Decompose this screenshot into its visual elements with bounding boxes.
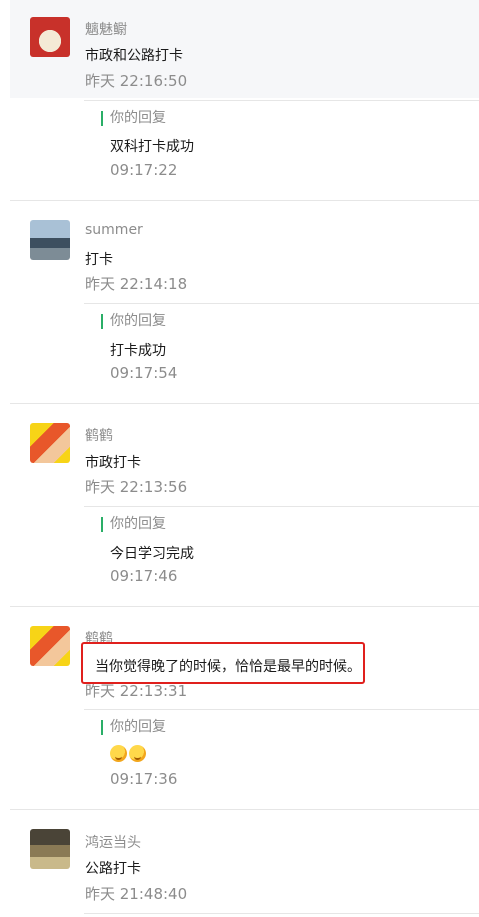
avatar[interactable] bbox=[30, 17, 70, 57]
reply-time: 09:17:22 bbox=[110, 161, 178, 179]
highlighted-comment-box: 当你觉得晚了的时候，恰恰是最早的时候。 bbox=[81, 642, 365, 684]
reply-divider bbox=[84, 506, 479, 507]
reply-text: 双科打卡成功 bbox=[110, 139, 194, 155]
comment-separator bbox=[10, 606, 479, 607]
reply-time: 09:17:54 bbox=[110, 364, 178, 382]
reply-time: 09:17:36 bbox=[110, 770, 178, 788]
reply-label: 你的回复 bbox=[101, 111, 166, 126]
avatar[interactable] bbox=[30, 626, 70, 666]
comment-time: 昨天 21:48:40 bbox=[85, 885, 188, 903]
comment-separator bbox=[10, 403, 479, 404]
reply-label: 你的回复 bbox=[101, 314, 166, 329]
comment-text: 当你觉得晚了的时候，恰恰是最早的时候。 bbox=[95, 659, 361, 675]
reply-label: 你的回复 bbox=[101, 720, 166, 735]
reply-divider bbox=[84, 913, 479, 914]
commenter-name[interactable]: 魑魅鳚 bbox=[85, 19, 127, 39]
comment-separator bbox=[10, 809, 479, 810]
commenter-name[interactable]: 鸿运当头 bbox=[85, 832, 141, 852]
hug-emoji-icon bbox=[110, 745, 127, 762]
avatar[interactable] bbox=[30, 220, 70, 260]
hug-emoji-icon bbox=[129, 745, 146, 762]
comment-time: 昨天 22:16:50 bbox=[85, 72, 188, 90]
reply-divider bbox=[84, 709, 479, 710]
comment-separator bbox=[10, 200, 479, 201]
reply-time: 09:17:46 bbox=[110, 567, 178, 585]
comment-time: 昨天 22:13:56 bbox=[85, 478, 188, 496]
comment-item[interactable] bbox=[10, 0, 479, 98]
avatar[interactable] bbox=[30, 829, 70, 869]
reply-text: 打卡成功 bbox=[110, 343, 166, 359]
reply-divider bbox=[84, 303, 479, 304]
comment-text: 市政和公路打卡 bbox=[85, 48, 183, 64]
comment-time: 昨天 22:14:18 bbox=[85, 275, 188, 293]
comment-text: 打卡 bbox=[85, 252, 113, 268]
reply-label: 你的回复 bbox=[101, 517, 166, 532]
comment-text: 市政打卡 bbox=[85, 455, 141, 471]
reply-divider bbox=[84, 100, 479, 101]
commenter-name[interactable]: 鹤鹤 bbox=[85, 425, 113, 445]
comment-text: 公路打卡 bbox=[85, 861, 141, 877]
reply-emoji-row bbox=[110, 745, 148, 762]
reply-text: 今日学习完成 bbox=[110, 546, 194, 562]
avatar[interactable] bbox=[30, 423, 70, 463]
commenter-name[interactable]: summer bbox=[85, 222, 143, 238]
